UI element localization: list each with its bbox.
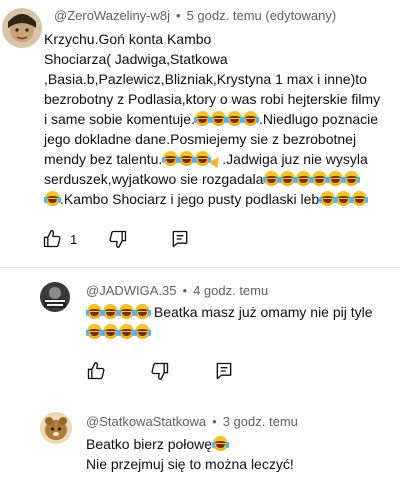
comment-line: Beatko bierz połowę [86, 434, 386, 454]
laughing-emoji-icon [210, 111, 228, 126]
author-name[interactable]: @JADWIGA.35 [86, 283, 177, 298]
like-button[interactable] [86, 361, 106, 381]
laughing-emoji-icon [85, 324, 103, 339]
thumb-up-icon [43, 230, 61, 248]
comment-line: serduszek,wyjatkowo sie rozgadala [44, 169, 394, 189]
laughing-emoji-icon [262, 171, 280, 186]
comment-line: mendy bez talentu. .Jadwiga juz nie wysyl… [44, 151, 368, 167]
avatar[interactable] [40, 412, 72, 444]
dislike-button[interactable] [150, 361, 170, 381]
laughing-emoji-icon [101, 324, 119, 339]
thumb-up-icon [87, 362, 105, 380]
comment-meta: @JADWIGA.35 • 4 godz. temu [86, 283, 269, 298]
laughing-emoji-icon [226, 111, 244, 126]
divider [0, 267, 400, 268]
comment-text: Beatko bierz połowę Nie przejmuj się to … [86, 434, 386, 474]
comment-text: Beatka masz już omamy nie pij tyle [85, 302, 386, 342]
author-name[interactable]: @ZeroWazeliny-w8j [54, 8, 170, 23]
laughing-emoji-icon [310, 171, 328, 186]
comment-meta: @ZeroWazeliny-w8j • 5 godz. temu (edytowan… [54, 8, 337, 23]
laughing-emoji-icon [85, 304, 103, 319]
laughing-emoji-icon [342, 171, 360, 186]
laughing-emoji-icon [334, 191, 352, 206]
laughing-emoji-icon [294, 171, 312, 186]
avatar[interactable] [40, 282, 70, 312]
comment-line: bezrobotny z Podlasia,ktory o was robi h… [44, 91, 381, 107]
laughing-emoji-icon [193, 151, 211, 166]
comment-line: Shociarza( Jadwiga,Statkowa [44, 51, 228, 67]
party-popper-icon [210, 152, 222, 166]
reply-button[interactable] [170, 229, 190, 249]
laughing-emoji-icon [133, 304, 151, 319]
laughing-emoji-icon [161, 151, 179, 166]
laughing-emoji-icon [43, 191, 61, 206]
like-count: 1 [70, 231, 78, 247]
laughing-emoji-icon [278, 171, 296, 186]
comment-line: i same sobie komentuje. .Niedlugo poznaci… [44, 111, 379, 127]
comment-meta: @StatkowaStatkowa • 3 godz. temu [86, 414, 298, 429]
author-name[interactable]: @StatkowaStatkowa [86, 414, 206, 429]
comment-text: Krzychu.Goń konta Kambo Shociarza( Jadwi… [43, 29, 394, 209]
thumb-down-icon [151, 362, 169, 380]
laughing-emoji-icon [326, 171, 344, 186]
timestamp[interactable]: 3 godz. temu [223, 414, 298, 429]
comment-line: Beatka masz już omamy nie pij tyle [85, 302, 386, 322]
like-button[interactable]: 1 [42, 229, 77, 249]
comment-actions: 1 [42, 229, 202, 251]
laughing-emoji-icon [117, 304, 135, 319]
laughing-emoji-icon [350, 191, 368, 206]
laughing-emoji-icon [177, 151, 195, 166]
laughing-emoji-icon [318, 191, 336, 206]
laughing-emoji-icon [242, 111, 260, 126]
reply-button[interactable] [214, 361, 234, 381]
reply-icon [216, 362, 232, 380]
timestamp[interactable]: 4 godz. temu [193, 283, 268, 298]
comment-line: Krzychu.Goń konta Kambo [44, 31, 212, 47]
comment-line [85, 322, 386, 342]
timestamp[interactable]: 5 godz. temu (edytowany) [187, 8, 337, 23]
laughing-emoji-icon [133, 324, 151, 339]
laughing-emoji-icon [117, 324, 135, 339]
comment-line: jego dokladne dane.Posmiejemy sie z bezr… [44, 131, 357, 147]
comment-line: Nie przejmuj się to można leczyć! [86, 456, 294, 472]
dislike-button[interactable] [108, 229, 128, 249]
thumb-down-icon [109, 230, 127, 248]
laughing-emoji-icon [211, 436, 229, 451]
comment-line: ,Basia.b,Pazlewicz,Blizniak,Krystyna 1 m… [44, 71, 367, 87]
avatar[interactable] [2, 8, 42, 48]
comment-line: .Kambo Shociarz i jego pusty podlaski le… [43, 189, 394, 209]
laughing-emoji-icon [101, 304, 119, 319]
laughing-emoji-icon [194, 111, 212, 126]
comment-actions [86, 361, 232, 383]
reply-icon [172, 230, 188, 248]
